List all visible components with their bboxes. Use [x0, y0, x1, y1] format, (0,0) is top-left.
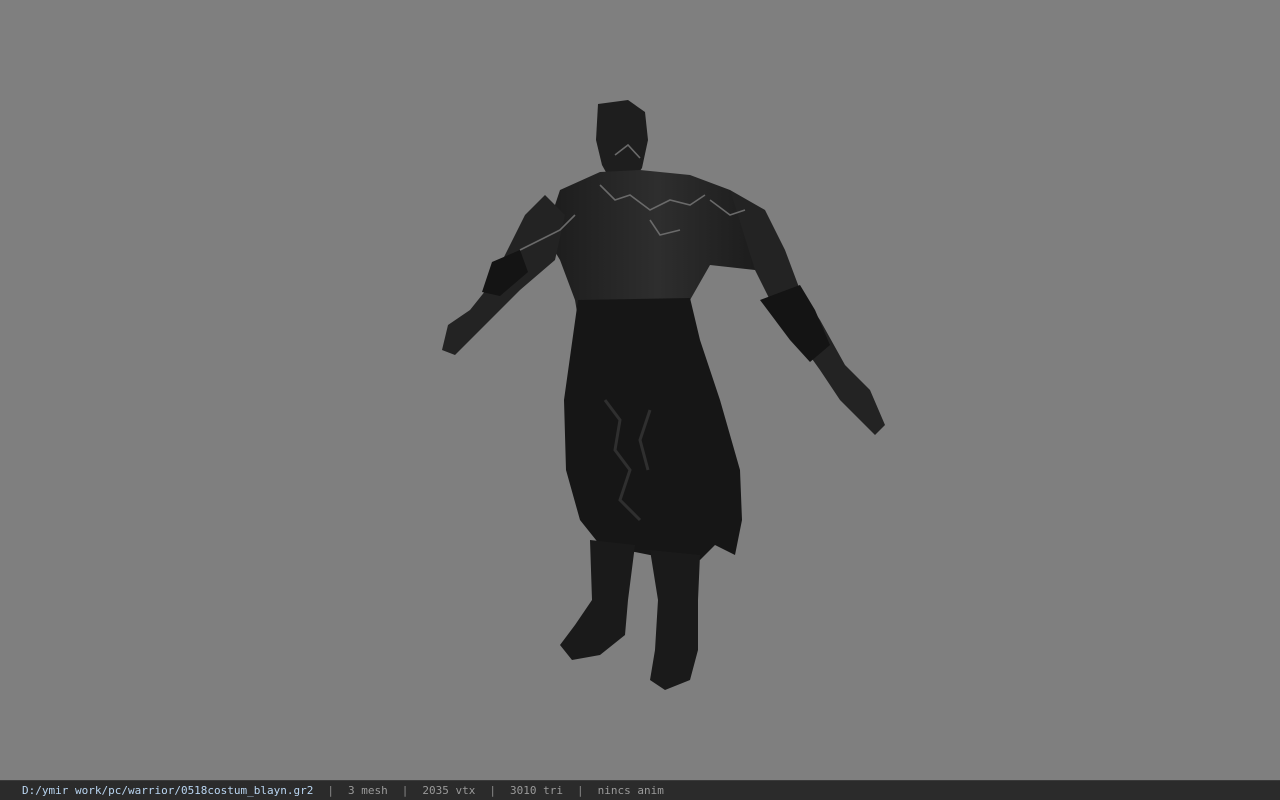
- model-left-bracer: [482, 250, 528, 296]
- model-skirt: [564, 298, 742, 560]
- model-right-leg: [650, 550, 700, 690]
- separator: |: [489, 784, 497, 797]
- model-right-bracer: [760, 285, 830, 362]
- vertex-count: 2035 vtx: [422, 784, 476, 797]
- model-left-leg: [560, 540, 635, 660]
- animation-status: nincs anim: [597, 784, 664, 797]
- separator: |: [577, 784, 584, 797]
- character-model[interactable]: [0, 0, 1280, 780]
- mesh-count: 3 mesh: [348, 784, 388, 797]
- file-path: D:/ymir work/pc/warrior/0518costum_blayn…: [22, 784, 314, 797]
- 3d-viewport[interactable]: [0, 0, 1280, 780]
- separator: |: [327, 784, 335, 797]
- separator: |: [401, 784, 409, 797]
- status-bar: D:/ymir work/pc/warrior/0518costum_blayn…: [0, 780, 1280, 800]
- triangle-count: 3010 tri: [510, 784, 563, 797]
